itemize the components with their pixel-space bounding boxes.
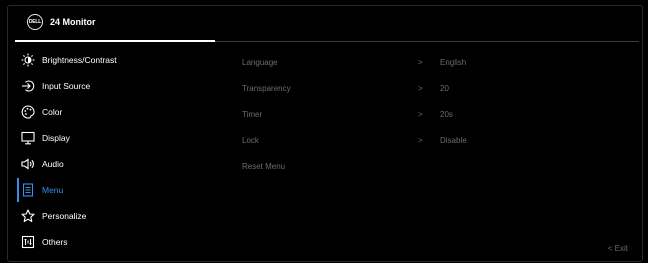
setting-label: Lock	[242, 136, 259, 145]
input-source-icon	[22, 80, 35, 92]
others-icon	[21, 235, 35, 249]
speaker-icon	[21, 158, 34, 170]
chevron-right-icon: >	[418, 110, 423, 119]
submenu-row-transparency[interactable]: Transparency > 20	[242, 79, 542, 99]
submenu-row-timer[interactable]: Timer > 20s	[242, 105, 542, 125]
osd-header: DELL 24 Monitor	[8, 6, 642, 38]
brightness-icon	[21, 53, 35, 67]
active-indicator	[17, 178, 19, 202]
setting-label: Transparency	[242, 84, 291, 93]
dell-logo: DELL	[27, 14, 43, 30]
menu-item-label: Menu	[42, 185, 64, 195]
submenu-row-language[interactable]: Language > English	[242, 53, 542, 73]
submenu-row-lock[interactable]: Lock > Disable	[242, 131, 542, 151]
exit-button[interactable]: < Exit	[608, 244, 628, 253]
menu-item-brightness-contrast[interactable]: Brightness/Contrast	[8, 47, 218, 73]
setting-label: Reset Menu	[242, 162, 286, 171]
menu-item-display[interactable]: Display	[8, 125, 218, 151]
menu-item-label: Display	[42, 133, 70, 143]
setting-label: Language	[242, 58, 278, 67]
star-icon	[21, 209, 35, 223]
menu-item-label: Others	[42, 237, 68, 247]
menu-item-label: Color	[42, 107, 63, 117]
setting-value: 20s	[440, 110, 453, 119]
setting-label: Timer	[242, 110, 263, 119]
chevron-right-icon: >	[418, 58, 423, 67]
setting-value: Disable	[440, 136, 467, 145]
menu-item-menu[interactable]: Menu	[8, 177, 218, 203]
osd-window: DELL 24 Monitor Brightness/Contrast Inpu…	[7, 5, 643, 262]
chevron-right-icon: >	[418, 84, 423, 93]
monitor-title: 24 Monitor	[50, 17, 96, 27]
menu-item-color[interactable]: Color	[8, 99, 218, 125]
chevron-right-icon: >	[418, 136, 423, 145]
menu-item-personalize[interactable]: Personalize	[8, 203, 218, 229]
menu-item-others[interactable]: Others	[8, 229, 218, 255]
menu-item-input-source[interactable]: Input Source	[8, 73, 218, 99]
menu-icon	[22, 183, 34, 197]
menu-item-label: Personalize	[42, 211, 87, 221]
menu-item-label: Audio	[42, 159, 64, 169]
active-section-underline	[15, 40, 215, 42]
menu-item-audio[interactable]: Audio	[8, 151, 218, 177]
color-palette-icon	[21, 105, 35, 119]
setting-value: 20	[440, 84, 449, 93]
menu-item-label: Input Source	[42, 81, 91, 91]
menu-item-label: Brightness/Contrast	[42, 55, 117, 65]
display-icon	[21, 131, 35, 145]
setting-value: English	[440, 58, 467, 67]
submenu-row-reset-menu[interactable]: Reset Menu	[242, 157, 542, 177]
